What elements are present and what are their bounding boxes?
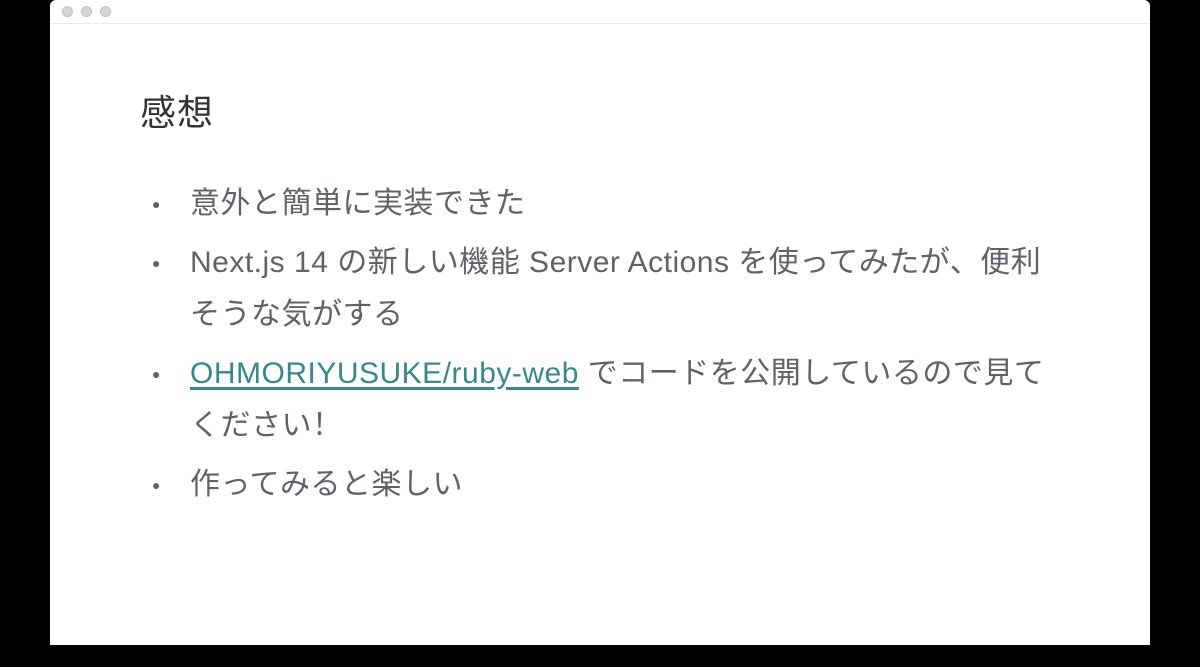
close-icon[interactable]	[62, 6, 73, 17]
maximize-icon[interactable]	[100, 6, 111, 17]
bullet-list: 意外と簡単に実装できた Next.js 14 の新しい機能 Server Act…	[140, 178, 1060, 511]
minimize-icon[interactable]	[81, 6, 92, 17]
bullet-text: 意外と簡単に実装できた	[190, 187, 526, 220]
window-titlebar	[50, 0, 1150, 24]
bullet-text: 作ってみると楽しい	[190, 468, 463, 501]
presentation-window: 感想 意外と簡単に実装できた Next.js 14 の新しい機能 Server …	[50, 0, 1150, 645]
slide-content: 感想 意外と簡単に実装できた Next.js 14 の新しい機能 Server …	[50, 24, 1150, 645]
list-item: 作ってみると楽しい	[190, 459, 1060, 512]
slide-title: 感想	[140, 84, 1060, 136]
repo-link[interactable]: OHMORIYUSUKE/ruby-web	[190, 357, 579, 390]
list-item: OHMORIYUSUKE/ruby-web でコードを公開しているので見てくださ…	[190, 348, 1060, 453]
bullet-text: Next.js 14 の新しい機能 Server Actions を使ってみたが…	[190, 246, 1041, 332]
list-item: Next.js 14 の新しい機能 Server Actions を使ってみたが…	[190, 237, 1060, 342]
list-item: 意外と簡単に実装できた	[190, 178, 1060, 231]
